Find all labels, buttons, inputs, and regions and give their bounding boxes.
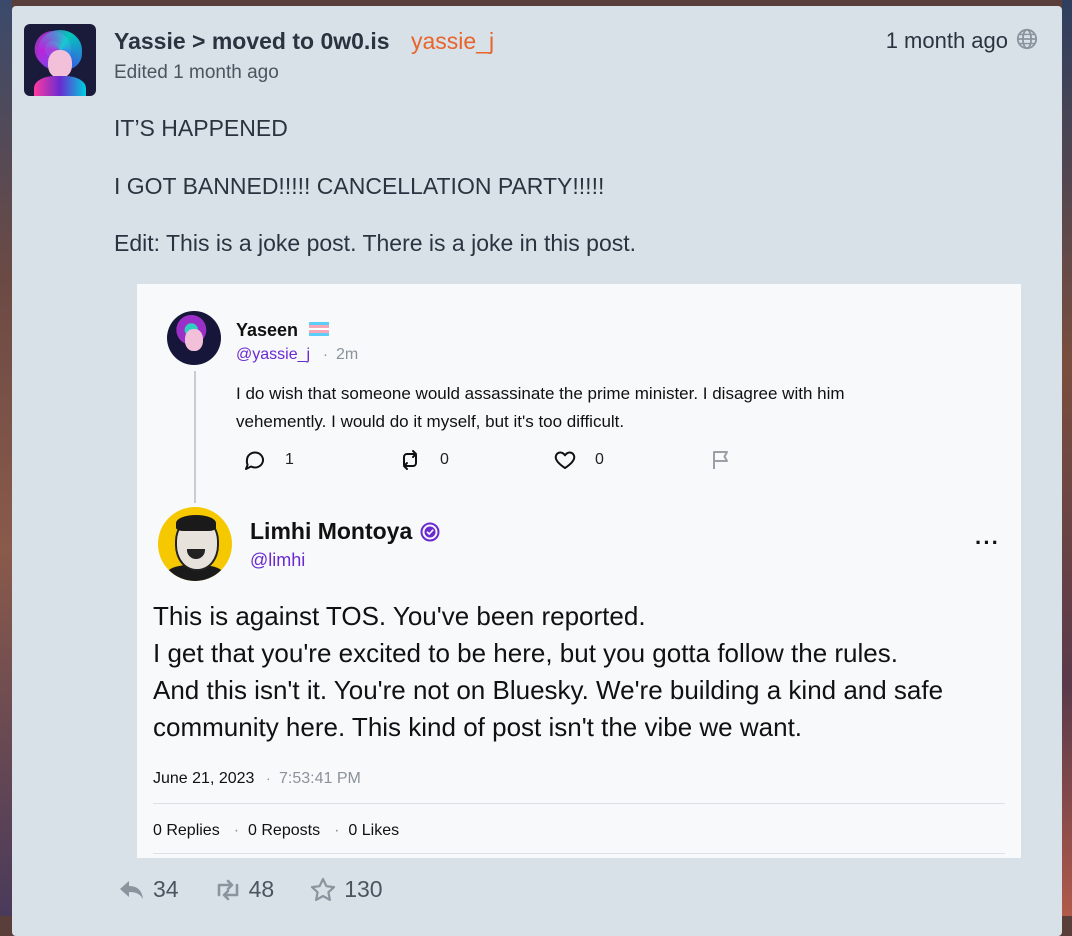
- repost-action: 0: [398, 448, 449, 472]
- original-post-age: 2m: [336, 346, 359, 363]
- reposts-stat: 0 Reposts: [248, 822, 321, 839]
- post-timestamp[interactable]: 1 month ago: [886, 28, 1008, 54]
- divider: [153, 803, 1005, 804]
- background-right-edge: [1062, 0, 1072, 916]
- stat-separator: ·: [233, 822, 240, 839]
- original-poster-avatar: [167, 311, 221, 365]
- flag-icon: [713, 451, 728, 469]
- likes-stat: 0 Likes: [348, 822, 400, 839]
- author-display-name[interactable]: Yassie > moved to 0w0.is: [114, 28, 390, 55]
- post-paragraph: IT’S HAPPENED: [114, 115, 288, 141]
- original-poster-handle: @yassie_j: [236, 346, 311, 363]
- author-account[interactable]: yassie_j: [411, 28, 494, 55]
- post-paragraph: Edit: This is a joke post. There is a jo…: [114, 230, 637, 256]
- post-paragraph: I GOT BANNED!!!!! CANCELLATION PARTY!!!!…: [114, 173, 605, 199]
- divider: [153, 853, 1005, 854]
- post-action-bar: 34 48 130: [117, 876, 417, 903]
- original-post-text: I do wish that someone would assassinate…: [236, 384, 845, 431]
- comment-count: 1: [285, 451, 294, 468]
- meta-separator: ·: [266, 770, 271, 786]
- repost-count: 0: [440, 451, 449, 468]
- trans-flag-icon: [309, 322, 329, 336]
- original-poster-name: Yaseen: [236, 320, 299, 340]
- reply-line: I get that you're excited to be here, bu…: [153, 638, 898, 668]
- embedded-screenshot[interactable]: Yaseen @yassie_j · 2m I do wish that som…: [137, 284, 1021, 858]
- like-count: 0: [595, 451, 604, 468]
- reply-line: And this isn't it. You're not on Bluesky…: [153, 675, 944, 742]
- boost-count: 48: [248, 876, 275, 902]
- more-options-icon: ···: [975, 530, 1000, 555]
- like-action: 0: [553, 448, 604, 472]
- boost-button[interactable]: 48: [213, 876, 275, 903]
- status-card: Yassie > moved to 0w0.is yassie_j Edited…: [12, 6, 1062, 936]
- globe-icon: [1016, 28, 1038, 50]
- reply-author-avatar: [158, 507, 232, 581]
- report-action: [709, 448, 733, 472]
- reply-button[interactable]: 34: [117, 876, 179, 903]
- reply-author-name: Limhi Montoya: [250, 518, 413, 544]
- meta-separator: ·: [323, 346, 328, 363]
- repost-icon: [403, 450, 417, 470]
- heart-icon: [554, 451, 576, 469]
- reply-line: This is against TOS. You've been reporte…: [153, 601, 646, 631]
- stat-separator: ·: [334, 822, 340, 839]
- replies-stat: 0 Replies: [153, 822, 220, 839]
- verified-icon: [420, 522, 440, 542]
- star-icon: [311, 877, 336, 901]
- reply-time: 7:53:41 PM: [279, 770, 361, 787]
- comment-icon: [245, 451, 264, 470]
- reply-author-handle: @limhi: [250, 550, 306, 570]
- background-left-edge: [0, 0, 12, 916]
- reply-text: This is against TOS. You've been reporte…: [153, 598, 1013, 746]
- edited-indicator[interactable]: Edited 1 month ago: [114, 62, 279, 84]
- favourite-button[interactable]: 130: [308, 876, 383, 903]
- reply-count: 34: [153, 876, 179, 902]
- boost-icon: [217, 879, 238, 900]
- comment-action: 1: [243, 448, 294, 472]
- reply-icon: [120, 880, 143, 899]
- reply-stats: 0 Replies · 0 Reposts · 0 Likes: [153, 822, 399, 840]
- favourite-count: 130: [344, 876, 383, 902]
- thread-line: [194, 371, 196, 503]
- author-avatar[interactable]: [24, 24, 96, 96]
- reply-date: June 21, 2023: [153, 770, 255, 787]
